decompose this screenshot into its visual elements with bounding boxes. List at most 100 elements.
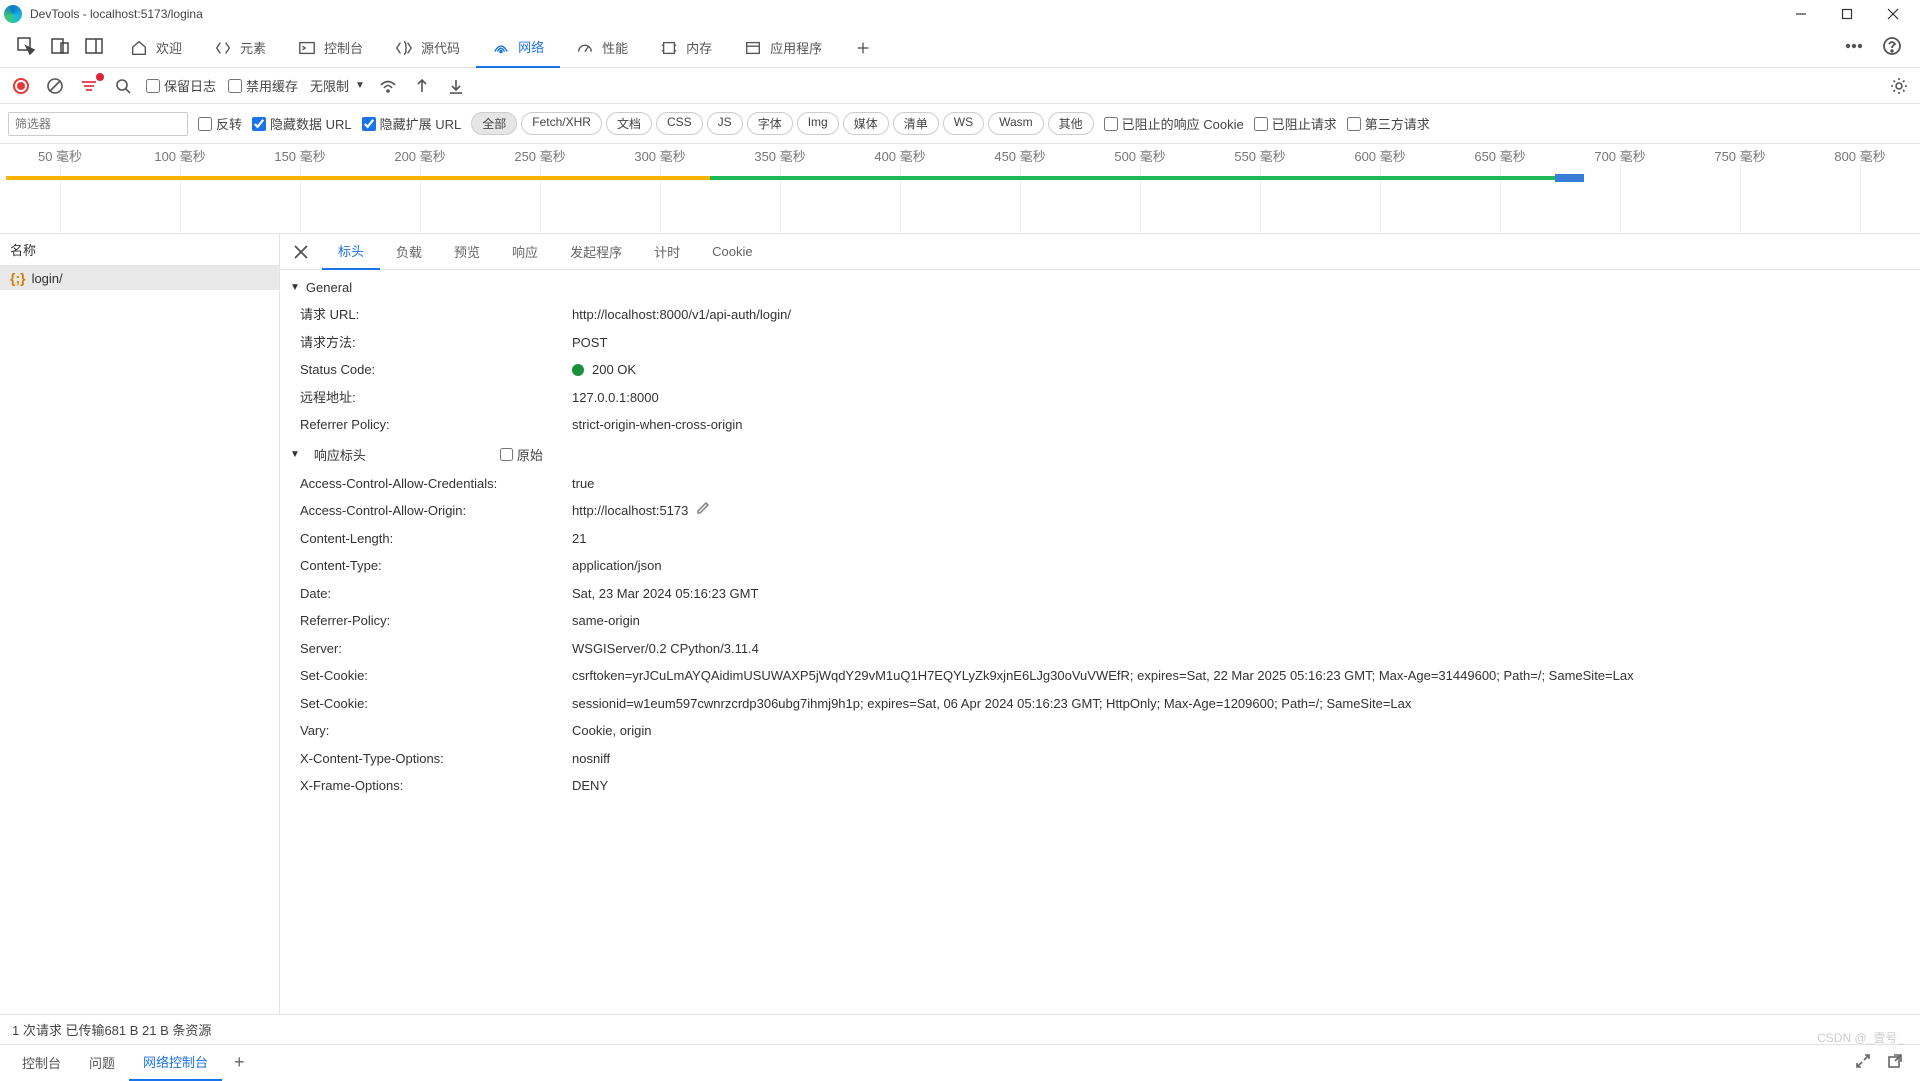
- pill-img[interactable]: Img: [797, 112, 839, 135]
- wifi-icon[interactable]: [377, 75, 399, 97]
- invert-label: 反转: [216, 114, 242, 133]
- network-toolbar: 保留日志 禁用缓存 无限制▼: [0, 68, 1920, 104]
- download-icon[interactable]: [445, 75, 467, 97]
- timeline-end-bar: [1555, 174, 1584, 182]
- status-summary: 1 次请求 已传输681 B 21 B 条资源: [12, 1020, 211, 1039]
- request-detail: 标头 负载 预览 响应 发起程序 计时 Cookie ▼General 请求 U…: [280, 234, 1920, 1014]
- tab-add[interactable]: [838, 28, 888, 68]
- header-value: WSGIServer/0.2 CPython/3.11.4: [572, 639, 1920, 659]
- watermark: CSDN @_壹号_: [1817, 1029, 1904, 1046]
- pill-fetch[interactable]: Fetch/XHR: [521, 112, 602, 135]
- invert-checkbox[interactable]: 反转: [198, 114, 242, 133]
- window-title: DevTools - localhost:5173/logina: [30, 7, 1778, 21]
- disable-cache-label: 禁用缓存: [246, 76, 298, 95]
- raw-checkbox[interactable]: 原始: [500, 445, 543, 464]
- edit-icon[interactable]: [696, 501, 710, 521]
- upload-icon[interactable]: [411, 75, 433, 97]
- detail-tab-preview[interactable]: 预览: [438, 234, 496, 270]
- dock-icon[interactable]: [84, 36, 104, 59]
- blocked-cookie-label: 已阻止的响应 Cookie: [1122, 114, 1244, 133]
- drawer-tab-netconsole[interactable]: 网络控制台: [129, 1045, 222, 1081]
- section-general[interactable]: ▼General: [280, 274, 1920, 301]
- inspect-icon[interactable]: [16, 36, 36, 59]
- raw-label: 原始: [517, 445, 543, 464]
- disable-cache-checkbox[interactable]: 禁用缓存: [228, 76, 298, 95]
- timeline-queued-bar: [6, 176, 716, 180]
- header-key: X-Frame-Options:: [300, 776, 572, 796]
- maximize-button[interactable]: [1824, 0, 1870, 28]
- tab-performance[interactable]: 性能: [560, 28, 644, 68]
- hide-data-url-checkbox[interactable]: 隐藏数据 URL: [252, 114, 352, 133]
- settings-icon[interactable]: [1888, 75, 1910, 97]
- third-party-checkbox[interactable]: 第三方请求: [1347, 114, 1430, 133]
- minimize-button[interactable]: [1778, 0, 1824, 28]
- help-icon[interactable]: [1882, 36, 1902, 59]
- tab-elements-label: 元素: [240, 38, 266, 57]
- drawer-add-icon[interactable]: +: [222, 1052, 257, 1073]
- tab-application[interactable]: 应用程序: [728, 28, 838, 68]
- header-value: true: [572, 474, 1920, 494]
- status-dot-icon: [572, 364, 584, 376]
- pill-ws[interactable]: WS: [943, 112, 984, 135]
- blocked-request-checkbox[interactable]: 已阻止请求: [1254, 114, 1337, 133]
- detail-tabs: 标头 负载 预览 响应 发起程序 计时 Cookie: [280, 234, 1920, 270]
- tab-console[interactable]: 控制台: [282, 28, 379, 68]
- detail-tab-headers[interactable]: 标头: [322, 234, 380, 270]
- header-value: application/json: [572, 556, 1920, 576]
- drawer-tab-console[interactable]: 控制台: [8, 1045, 75, 1081]
- pill-other[interactable]: 其他: [1048, 112, 1094, 135]
- tab-elements[interactable]: 元素: [198, 28, 282, 68]
- header-key: Referrer-Policy:: [300, 611, 572, 631]
- pill-all[interactable]: 全部: [471, 112, 517, 135]
- device-icon[interactable]: [50, 36, 70, 59]
- tab-memory[interactable]: 内存: [644, 28, 728, 68]
- pill-media[interactable]: 媒体: [843, 112, 889, 135]
- header-value: DENY: [572, 776, 1920, 796]
- general-status-value: 200 OK: [572, 360, 1920, 380]
- throttle-select[interactable]: 无限制▼: [310, 76, 365, 95]
- more-icon[interactable]: [1844, 36, 1864, 59]
- expand-icon[interactable]: [1854, 1052, 1872, 1073]
- record-button[interactable]: [10, 75, 32, 97]
- tab-application-label: 应用程序: [770, 38, 822, 57]
- pill-manifest[interactable]: 清单: [893, 112, 939, 135]
- json-icon: {;}: [10, 270, 26, 286]
- detail-tab-timing[interactable]: 计时: [638, 234, 696, 270]
- header-value: csrftoken=yrJCuLmAYQAidimUSUWAXP5jWqdY29…: [572, 666, 1920, 686]
- preserve-log-checkbox[interactable]: 保留日志: [146, 76, 216, 95]
- section-response-headers[interactable]: ▼响应标头 原始: [280, 439, 1920, 470]
- hide-ext-label: 隐藏扩展 URL: [380, 114, 462, 133]
- tab-network[interactable]: 网络: [476, 28, 560, 68]
- tab-welcome[interactable]: 欢迎: [114, 28, 198, 68]
- header-value: sessionid=w1eum597cwnrzcrdp306ubg7ihmj9h…: [572, 694, 1920, 714]
- filter-config-icon[interactable]: [78, 75, 100, 97]
- pill-font[interactable]: 字体: [747, 112, 793, 135]
- popout-icon[interactable]: [1886, 1052, 1904, 1073]
- request-item-login[interactable]: {;} login/: [0, 266, 279, 290]
- pill-wasm[interactable]: Wasm: [988, 112, 1044, 135]
- header-key: Content-Type:: [300, 556, 572, 576]
- drawer-tab-issues[interactable]: 问题: [75, 1045, 129, 1081]
- filter-input[interactable]: [8, 112, 188, 136]
- hide-ext-url-checkbox[interactable]: 隐藏扩展 URL: [362, 114, 462, 133]
- detail-tab-initiator[interactable]: 发起程序: [554, 234, 638, 270]
- tab-sources-label: 源代码: [421, 38, 460, 57]
- detail-tab-payload[interactable]: 负载: [380, 234, 438, 270]
- pill-doc[interactable]: 文档: [606, 112, 652, 135]
- clear-button[interactable]: [44, 75, 66, 97]
- header-value: Sat, 23 Mar 2024 05:16:23 GMT: [572, 584, 1920, 604]
- close-detail-icon[interactable]: [288, 239, 314, 265]
- detail-tab-cookie[interactable]: Cookie: [696, 234, 768, 270]
- tab-sources[interactable]: 源代码: [379, 28, 476, 68]
- pill-js[interactable]: JS: [707, 112, 743, 135]
- general-remote-value: 127.0.0.1:8000: [572, 388, 1920, 408]
- detail-tab-response[interactable]: 响应: [496, 234, 554, 270]
- search-icon[interactable]: [112, 75, 134, 97]
- blocked-cookie-checkbox[interactable]: 已阻止的响应 Cookie: [1104, 114, 1244, 133]
- close-button[interactable]: [1870, 0, 1916, 28]
- request-item-label: login/: [32, 271, 63, 286]
- header-value: 21: [572, 529, 1920, 549]
- timeline[interactable]: 50 毫秒100 毫秒150 毫秒200 毫秒250 毫秒300 毫秒350 毫…: [0, 144, 1920, 234]
- filter-bar: 反转 隐藏数据 URL 隐藏扩展 URL 全部 Fetch/XHR 文档 CSS…: [0, 104, 1920, 144]
- pill-css[interactable]: CSS: [656, 112, 703, 135]
